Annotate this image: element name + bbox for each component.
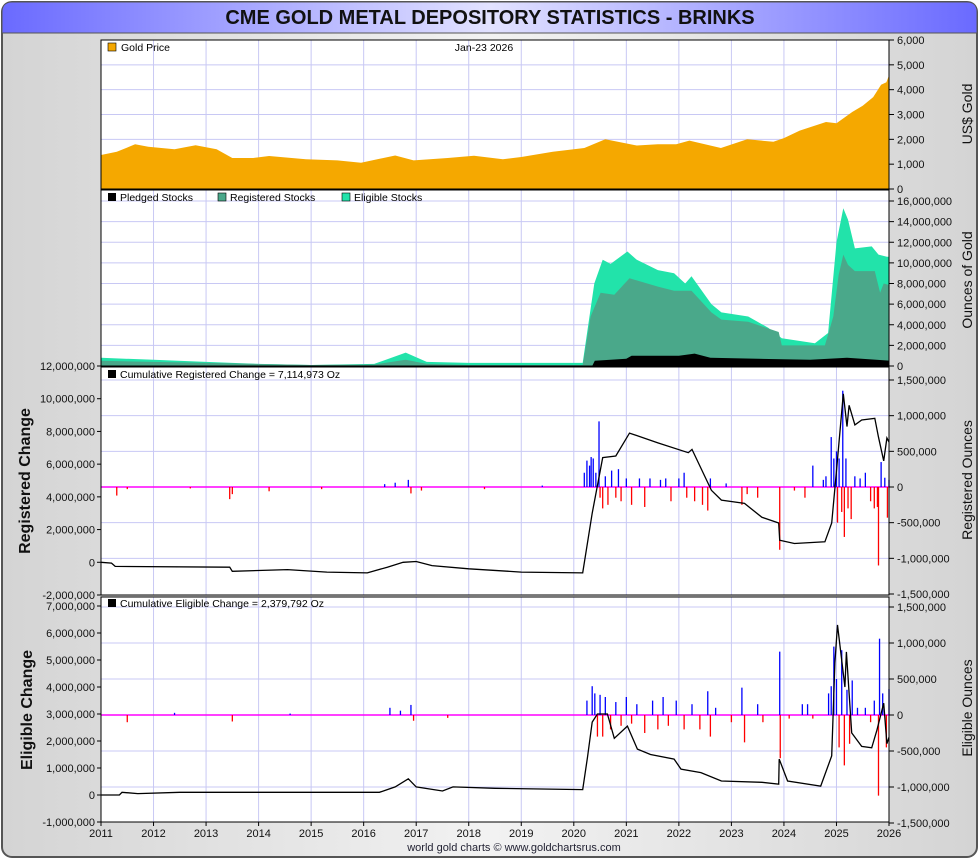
right-tick-label: 500,000 — [897, 674, 937, 686]
legend-gold-price: Gold Price — [121, 42, 170, 54]
right-tick-label: 8,000,000 — [897, 279, 946, 291]
legend-swatch-pledged — [108, 193, 116, 201]
right-tick-label: 14,000,000 — [897, 217, 952, 229]
axis-title-registered-change: Registered Change — [17, 408, 34, 554]
legend-eligible-stocks: Eligible Stocks — [354, 192, 422, 204]
right-tick-label: 2,000 — [897, 134, 925, 146]
right-tick-label: 1,500,000 — [897, 375, 946, 387]
left-tick-label: 0 — [89, 790, 95, 802]
left-tick-label: 12,000,000 — [40, 361, 95, 373]
right-tick-label: 1,500,000 — [897, 602, 946, 614]
right-tick-label: 6,000 — [897, 35, 925, 47]
legend-swatch-gold-price — [107, 42, 117, 52]
right-tick-label: -1,000,000 — [897, 553, 950, 565]
legend-swatch-cum-eligible — [108, 599, 116, 607]
left-tick-label: 7,000,000 — [46, 601, 95, 613]
left-tick-label: 1,000,000 — [46, 763, 95, 775]
x-tick-label: 2012 — [141, 828, 165, 840]
x-tick-label: 2018 — [456, 828, 480, 840]
right-tick-label: 1,000,000 — [897, 411, 946, 423]
x-tick-label: 2025 — [824, 828, 848, 840]
right-tick-label: 5,000 — [897, 60, 925, 72]
x-tick-label: 2022 — [667, 828, 691, 840]
right-tick-label: -500,000 — [897, 518, 940, 530]
legend-cumulative-eligible-change: Cumulative Eligible Change = 2,379,792 O… — [120, 598, 324, 610]
left-tick-label: 4,000,000 — [46, 492, 95, 504]
axis-title-eligible-ounces: Eligible Ounces — [959, 659, 975, 756]
right-tick-label: 10,000,000 — [897, 258, 952, 270]
right-tick-label: 12,000,000 — [897, 237, 952, 249]
right-tick-label: -500,000 — [897, 746, 940, 758]
legend-swatch-registered — [217, 192, 227, 202]
legend-swatch-cum-registered — [108, 370, 116, 378]
left-tick-label: 6,000,000 — [46, 628, 95, 640]
plot-background — [101, 367, 889, 595]
x-tick-label: 2011 — [89, 828, 113, 840]
x-tick-label: 2016 — [351, 828, 375, 840]
x-tick-label: 2013 — [194, 828, 218, 840]
right-tick-label: 0 — [897, 710, 903, 722]
chart-title: CME GOLD METAL DEPOSITORY STATISTICS - B… — [225, 7, 754, 29]
right-tick-label: 2,000,000 — [897, 340, 946, 352]
date-label: Jan-23 2026 — [455, 42, 514, 54]
right-tick-label: 500,000 — [897, 446, 937, 458]
left-tick-label: 5,000,000 — [46, 655, 95, 667]
right-tick-label: 1,000 — [897, 159, 925, 171]
right-tick-label: 6,000,000 — [897, 299, 946, 311]
x-tick-label: 2024 — [772, 828, 796, 840]
right-tick-label: 1,000,000 — [897, 638, 946, 650]
legend-pledged-stocks: Pledged Stocks — [120, 192, 193, 204]
right-tick-label: 4,000 — [897, 85, 925, 97]
left-tick-label: 2,000,000 — [46, 525, 95, 537]
legend-swatch-eligible — [341, 192, 351, 202]
depository-chart: CME GOLD METAL DEPOSITORY STATISTICS - B… — [1, 1, 978, 858]
right-tick-label: 4,000,000 — [897, 320, 946, 332]
footer-credit: world gold charts © www.goldchartsrus.co… — [406, 842, 621, 854]
left-tick-label: 8,000,000 — [46, 426, 95, 438]
axis-title-eligible-change: Eligible Change — [19, 650, 36, 770]
axis-title-ounces-of-gold: Ounces of Gold — [959, 231, 975, 328]
x-tick-label: 2014 — [246, 828, 270, 840]
x-tick-label: 2017 — [404, 828, 428, 840]
right-tick-label: -1,500,000 — [897, 818, 950, 830]
axis-title-registered-ounces: Registered Ounces — [959, 420, 975, 540]
plot-areas: 0 1,000 2,000 3,000 4,000 5,000 6,000 0 2,000,00… — [40, 35, 952, 840]
right-tick-label: 16,000,000 — [897, 196, 952, 208]
left-tick-label: 0 — [89, 557, 95, 569]
legend-cumulative-registered-change: Cumulative Registered Change = 7,114,973… — [120, 369, 340, 381]
x-tick-label: 2015 — [299, 828, 323, 840]
left-tick-label: 10,000,000 — [40, 394, 95, 406]
axis-title-usd-gold: US$ Gold — [959, 84, 975, 145]
x-tick-label: 2021 — [614, 828, 638, 840]
left-tick-label: 2,000,000 — [46, 736, 95, 748]
left-tick-label: 4,000,000 — [46, 682, 95, 694]
right-tick-label: -1,500,000 — [897, 589, 950, 601]
right-tick-label: -1,000,000 — [897, 782, 950, 794]
right-tick-label: 0 — [897, 482, 903, 494]
x-tick-label: 2026 — [877, 828, 901, 840]
legend-registered-stocks: Registered Stocks — [230, 192, 315, 204]
right-tick-label: 0 — [897, 361, 903, 373]
x-tick-label: 2023 — [719, 828, 743, 840]
x-tick-label: 2019 — [509, 828, 533, 840]
right-tick-label: 3,000 — [897, 110, 925, 122]
left-tick-label: 6,000,000 — [46, 459, 95, 471]
left-tick-label: 3,000,000 — [46, 709, 95, 721]
x-tick-label: 2020 — [562, 828, 586, 840]
left-tick-label: -1,000,000 — [42, 817, 95, 829]
right-tick-label: 0 — [897, 184, 903, 196]
panel-3 — [101, 367, 889, 595]
